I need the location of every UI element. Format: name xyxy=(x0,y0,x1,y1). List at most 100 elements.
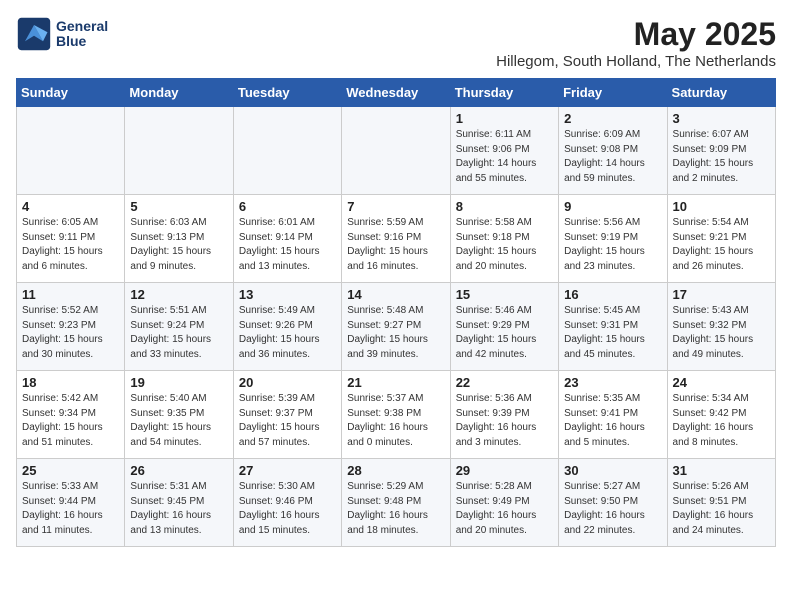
calendar-cell: 14Sunrise: 5:48 AM Sunset: 9:27 PM Dayli… xyxy=(342,283,450,371)
day-header-saturday: Saturday xyxy=(667,79,775,107)
calendar-cell: 9 Sunrise: 5:56 AM Sunset: 9:19 PM Daylig… xyxy=(559,195,667,283)
cell-info: Sunrise: 5:51 AM Sunset: 9:24 PM Dayligh… xyxy=(130,304,227,362)
cell-info: Sunrise: 5:31 AM Sunset: 9:45 PM Dayligh… xyxy=(130,480,227,538)
cell-info: Sunrise: 5:34 AM Sunset: 9:42 PM Dayligh… xyxy=(673,392,770,450)
day-header-friday: Friday xyxy=(559,79,667,107)
day-number: 27 xyxy=(239,463,336,478)
day-number: 25 xyxy=(22,463,119,478)
cell-info: Sunrise: 6:05 AM Sunset: 9:11 PM Dayligh… xyxy=(22,216,119,274)
logo-icon xyxy=(16,16,52,52)
cell-info: Sunrise: 5:39 AM Sunset: 9:37 PM Dayligh… xyxy=(239,392,336,450)
day-number: 18 xyxy=(22,375,119,390)
day-number: 6 xyxy=(239,199,336,214)
calendar-cell: 30 Sunrise: 5:27 AM Sunset: 9:50 PM Dayli… xyxy=(559,459,667,547)
header-row: SundayMondayTuesdayWednesdayThursdayFrid… xyxy=(17,79,776,107)
calendar-cell: 24 Sunrise: 5:34 AM Sunset: 9:42 PM Dayli… xyxy=(667,371,775,459)
day-number: 20 xyxy=(239,375,336,390)
week-row-5: 25 Sunrise: 5:33 AM Sunset: 9:44 PM Dayli… xyxy=(17,459,776,547)
day-header-thursday: Thursday xyxy=(450,79,558,107)
day-number: 10 xyxy=(673,199,770,214)
calendar-cell: 1 Sunrise: 6:11 AM Sunset: 9:06 PM Daylig… xyxy=(450,107,558,195)
calendar-cell: 12 Sunrise: 5:51 AM Sunset: 9:24 PM Dayli… xyxy=(125,283,233,371)
day-number: 2 xyxy=(564,111,661,126)
calendar-cell: 23 Sunrise: 5:35 AM Sunset: 9:41 PM Dayli… xyxy=(559,371,667,459)
calendar-cell: 13 Sunrise: 5:49 AM Sunset: 9:26 PM Dayli… xyxy=(233,283,341,371)
week-row-3: 11Sunrise: 5:52 AM Sunset: 9:23 PM Dayli… xyxy=(17,283,776,371)
day-number: 28 xyxy=(347,463,444,478)
calendar-cell xyxy=(17,107,125,195)
calendar-cell: 31 Sunrise: 5:26 AM Sunset: 9:51 PM Dayli… xyxy=(667,459,775,547)
calendar-cell: 17 Sunrise: 5:43 AM Sunset: 9:32 PM Dayli… xyxy=(667,283,775,371)
day-number: 5 xyxy=(130,199,227,214)
day-number: 24 xyxy=(673,375,770,390)
logo-line2: Blue xyxy=(56,34,108,49)
cell-info: Sunrise: 5:30 AM Sunset: 9:46 PM Dayligh… xyxy=(239,480,336,538)
day-number: 22 xyxy=(456,375,553,390)
day-number: 14 xyxy=(347,287,444,302)
cell-info: Sunrise: 6:03 AM Sunset: 9:13 PM Dayligh… xyxy=(130,216,227,274)
calendar-cell: 8Sunrise: 5:58 AM Sunset: 9:18 PM Daylig… xyxy=(450,195,558,283)
cell-info: Sunrise: 5:40 AM Sunset: 9:35 PM Dayligh… xyxy=(130,392,227,450)
day-number: 26 xyxy=(130,463,227,478)
calendar-cell: 11Sunrise: 5:52 AM Sunset: 9:23 PM Dayli… xyxy=(17,283,125,371)
calendar-cell: 29 Sunrise: 5:28 AM Sunset: 9:49 PM Dayli… xyxy=(450,459,558,547)
calendar-cell: 7Sunrise: 5:59 AM Sunset: 9:16 PM Daylig… xyxy=(342,195,450,283)
calendar-cell: 20 Sunrise: 5:39 AM Sunset: 9:37 PM Dayli… xyxy=(233,371,341,459)
week-row-1: 1 Sunrise: 6:11 AM Sunset: 9:06 PM Daylig… xyxy=(17,107,776,195)
cell-info: Sunrise: 5:49 AM Sunset: 9:26 PM Dayligh… xyxy=(239,304,336,362)
calendar-cell: 26 Sunrise: 5:31 AM Sunset: 9:45 PM Dayli… xyxy=(125,459,233,547)
day-number: 19 xyxy=(130,375,227,390)
location: Hillegom, South Holland, The Netherlands xyxy=(496,53,776,70)
day-header-wednesday: Wednesday xyxy=(342,79,450,107)
cell-info: Sunrise: 5:29 AM Sunset: 9:48 PM Dayligh… xyxy=(347,480,444,538)
day-number: 12 xyxy=(130,287,227,302)
calendar-cell xyxy=(125,107,233,195)
calendar-cell: 16Sunrise: 5:45 AM Sunset: 9:31 PM Dayli… xyxy=(559,283,667,371)
cell-info: Sunrise: 5:45 AM Sunset: 9:31 PM Dayligh… xyxy=(564,304,661,362)
calendar-cell: 21Sunrise: 5:37 AM Sunset: 9:38 PM Dayli… xyxy=(342,371,450,459)
week-row-2: 4Sunrise: 6:05 AM Sunset: 9:11 PM Daylig… xyxy=(17,195,776,283)
calendar-table: SundayMondayTuesdayWednesdayThursdayFrid… xyxy=(16,78,776,547)
calendar-cell: 19 Sunrise: 5:40 AM Sunset: 9:35 PM Dayli… xyxy=(125,371,233,459)
calendar-cell: 28 Sunrise: 5:29 AM Sunset: 9:48 PM Dayli… xyxy=(342,459,450,547)
day-number: 9 xyxy=(564,199,661,214)
cell-info: Sunrise: 5:27 AM Sunset: 9:50 PM Dayligh… xyxy=(564,480,661,538)
day-number: 30 xyxy=(564,463,661,478)
day-number: 31 xyxy=(673,463,770,478)
cell-info: Sunrise: 5:56 AM Sunset: 9:19 PM Dayligh… xyxy=(564,216,661,274)
day-number: 29 xyxy=(456,463,553,478)
calendar-cell: 6Sunrise: 6:01 AM Sunset: 9:14 PM Daylig… xyxy=(233,195,341,283)
page-header: General Blue May 2025 Hillegom, South Ho… xyxy=(16,16,776,70)
logo: General Blue xyxy=(16,16,108,52)
cell-info: Sunrise: 5:33 AM Sunset: 9:44 PM Dayligh… xyxy=(22,480,119,538)
day-number: 13 xyxy=(239,287,336,302)
cell-info: Sunrise: 6:09 AM Sunset: 9:08 PM Dayligh… xyxy=(564,128,661,186)
day-number: 17 xyxy=(673,287,770,302)
cell-info: Sunrise: 6:11 AM Sunset: 9:06 PM Dayligh… xyxy=(456,128,553,186)
cell-info: Sunrise: 5:36 AM Sunset: 9:39 PM Dayligh… xyxy=(456,392,553,450)
cell-info: Sunrise: 5:28 AM Sunset: 9:49 PM Dayligh… xyxy=(456,480,553,538)
cell-info: Sunrise: 5:43 AM Sunset: 9:32 PM Dayligh… xyxy=(673,304,770,362)
calendar-cell: 18Sunrise: 5:42 AM Sunset: 9:34 PM Dayli… xyxy=(17,371,125,459)
day-number: 23 xyxy=(564,375,661,390)
cell-info: Sunrise: 5:52 AM Sunset: 9:23 PM Dayligh… xyxy=(22,304,119,362)
day-number: 1 xyxy=(456,111,553,126)
cell-info: Sunrise: 5:35 AM Sunset: 9:41 PM Dayligh… xyxy=(564,392,661,450)
cell-info: Sunrise: 5:54 AM Sunset: 9:21 PM Dayligh… xyxy=(673,216,770,274)
calendar-cell: 15Sunrise: 5:46 AM Sunset: 9:29 PM Dayli… xyxy=(450,283,558,371)
day-header-tuesday: Tuesday xyxy=(233,79,341,107)
day-number: 15 xyxy=(456,287,553,302)
calendar-cell: 2 Sunrise: 6:09 AM Sunset: 9:08 PM Daylig… xyxy=(559,107,667,195)
title-area: May 2025 Hillegom, South Holland, The Ne… xyxy=(496,16,776,70)
cell-info: Sunrise: 5:26 AM Sunset: 9:51 PM Dayligh… xyxy=(673,480,770,538)
calendar-cell: 3 Sunrise: 6:07 AM Sunset: 9:09 PM Daylig… xyxy=(667,107,775,195)
calendar-cell xyxy=(342,107,450,195)
month-title: May 2025 xyxy=(496,16,776,53)
cell-info: Sunrise: 6:07 AM Sunset: 9:09 PM Dayligh… xyxy=(673,128,770,186)
calendar-cell xyxy=(233,107,341,195)
week-row-4: 18Sunrise: 5:42 AM Sunset: 9:34 PM Dayli… xyxy=(17,371,776,459)
cell-info: Sunrise: 5:37 AM Sunset: 9:38 PM Dayligh… xyxy=(347,392,444,450)
calendar-cell: 10 Sunrise: 5:54 AM Sunset: 9:21 PM Dayli… xyxy=(667,195,775,283)
day-number: 8 xyxy=(456,199,553,214)
day-number: 3 xyxy=(673,111,770,126)
